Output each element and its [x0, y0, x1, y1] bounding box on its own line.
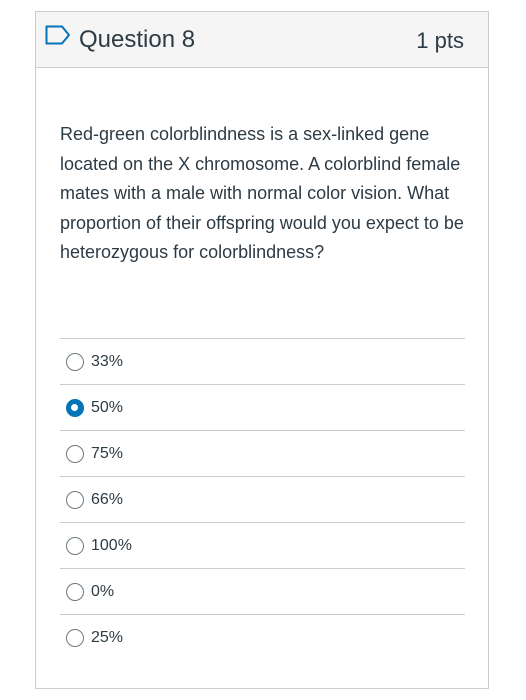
radio-button[interactable]: [66, 583, 84, 601]
answer-label[interactable]: 50%: [91, 397, 123, 419]
answer-option[interactable]: 75%: [60, 431, 465, 477]
answer-option[interactable]: 0%: [60, 569, 465, 615]
radio-button[interactable]: [66, 629, 84, 647]
radio-button[interactable]: [66, 445, 84, 463]
answer-option[interactable]: 66%: [60, 477, 465, 523]
question-points: 1 pts: [416, 28, 464, 53]
question-title: Question 8: [79, 26, 196, 53]
flag-icon[interactable]: [45, 25, 71, 45]
answer-label[interactable]: 66%: [91, 489, 123, 511]
answer-label[interactable]: 33%: [91, 351, 123, 373]
radio-button[interactable]: [66, 491, 84, 509]
answer-option[interactable]: 25%: [60, 615, 465, 661]
answer-label[interactable]: 0%: [91, 581, 114, 603]
answer-list: 33% 50% 75% 66% 100% 0% 25%: [60, 338, 465, 661]
answer-option[interactable]: 33%: [60, 339, 465, 385]
question-header: Question 8 1 pts: [36, 12, 488, 68]
question-card: Question 8 1 pts Red-green colorblindnes…: [35, 11, 489, 689]
radio-button[interactable]: [66, 537, 84, 555]
answer-option[interactable]: 50%: [60, 385, 465, 431]
answer-option[interactable]: 100%: [60, 523, 465, 569]
radio-button-selected[interactable]: [66, 399, 84, 417]
question-text: Red-green colorblindness is a sex-linked…: [60, 124, 464, 262]
answer-label[interactable]: 25%: [91, 627, 123, 649]
answer-label[interactable]: 100%: [91, 535, 132, 557]
radio-button[interactable]: [66, 353, 84, 371]
answer-label[interactable]: 75%: [91, 443, 123, 465]
